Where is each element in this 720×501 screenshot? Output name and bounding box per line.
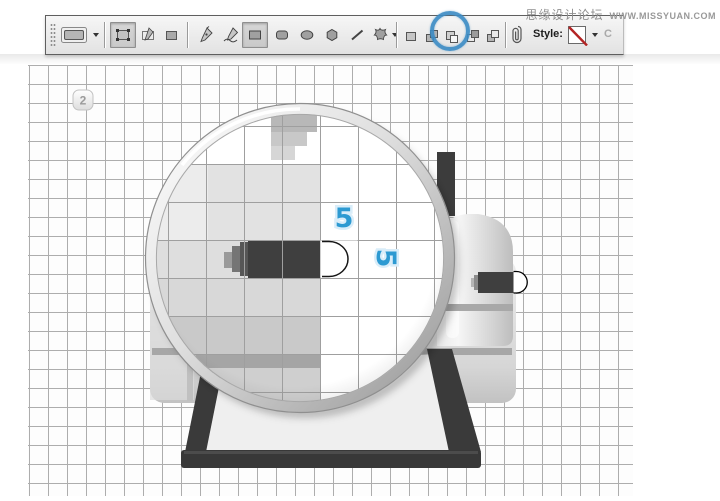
freeform-pen-tool-button[interactable] (218, 22, 244, 48)
separator (187, 22, 189, 48)
mode-shape-layers-button[interactable] (110, 22, 136, 48)
ellipse-tool-button[interactable] (294, 22, 320, 48)
polygon-tool-button[interactable] (319, 22, 345, 48)
shape-preset-swatch-icon (60, 26, 88, 44)
shape-layers-icon (114, 26, 132, 44)
rounded-rectangle-tool-button[interactable] (269, 22, 295, 48)
separator (505, 22, 507, 48)
paperclip-link-icon (511, 24, 525, 46)
style-swatch-no-style[interactable] (567, 25, 588, 46)
height-label: 5 (370, 249, 401, 268)
polygon-tool-icon (323, 26, 341, 44)
create-new-shape-layer-button[interactable] (402, 27, 421, 46)
new-shape-layer-icon (404, 29, 419, 44)
link-styles-button[interactable] (511, 24, 525, 46)
intersect-shape-areas-button[interactable] (463, 27, 482, 46)
separator (396, 22, 398, 48)
watermark-forum-name: 思缘设计论坛 (525, 6, 603, 23)
paths-icon (139, 26, 157, 44)
custom-shape-tool-icon (371, 26, 389, 44)
no-style-swatch-icon (567, 25, 588, 46)
tool-preset-button[interactable] (60, 26, 88, 44)
subtract-from-shape-area-button[interactable] (442, 27, 461, 46)
toolbar-grip-handle[interactable] (50, 23, 56, 47)
watermark-url: WWW.MISSYUAN.COM (610, 11, 717, 21)
fill-pixels-icon (162, 26, 180, 44)
subtract-shape-area-icon (444, 29, 459, 44)
pen-tool-icon (197, 26, 215, 44)
pen-tool-button[interactable] (193, 22, 219, 48)
printer-slot (478, 272, 514, 293)
photoshop-tutorial-screenshot: { "watermark": { "forum": "思缘设计论坛", "url… (0, 0, 720, 496)
add-shape-area-icon (424, 29, 439, 44)
rounded-rectangle-tool-icon (273, 26, 291, 44)
style-dropdown[interactable] (592, 33, 598, 37)
custom-shape-tool-button[interactable] (367, 22, 393, 48)
chevron-down-icon (592, 33, 598, 37)
toolbar-shadow (0, 54, 720, 64)
watermark: 思缘设计论坛 WWW.MISSYUAN.COM (525, 6, 716, 23)
ellipse-tool-icon (298, 26, 316, 44)
rectangle-tool-button[interactable] (242, 22, 268, 48)
chevron-down-icon (93, 33, 99, 37)
freeform-pen-tool-icon (222, 26, 240, 44)
tool-preset-dropdown[interactable] (93, 33, 99, 37)
document-canvas[interactable]: 5 5 2 (28, 65, 633, 496)
canvas-svg[interactable]: 5 5 2 (28, 65, 633, 496)
separator (104, 22, 106, 48)
exclude-overlapping-shapes-icon (485, 29, 500, 44)
step-number: 2 (80, 94, 87, 108)
mode-fill-pixels-button[interactable] (158, 22, 184, 48)
rectangle-tool-icon (246, 26, 264, 44)
add-to-shape-area-button[interactable] (422, 27, 441, 46)
style-label: Style: (533, 28, 563, 40)
step-badge: 2 (73, 90, 93, 110)
intersect-shape-areas-icon (465, 29, 480, 44)
exclude-overlapping-shapes-button[interactable] (483, 27, 502, 46)
line-tool-icon (348, 26, 366, 44)
color-label-partial: C (604, 28, 612, 40)
width-label: 5 (335, 203, 354, 234)
